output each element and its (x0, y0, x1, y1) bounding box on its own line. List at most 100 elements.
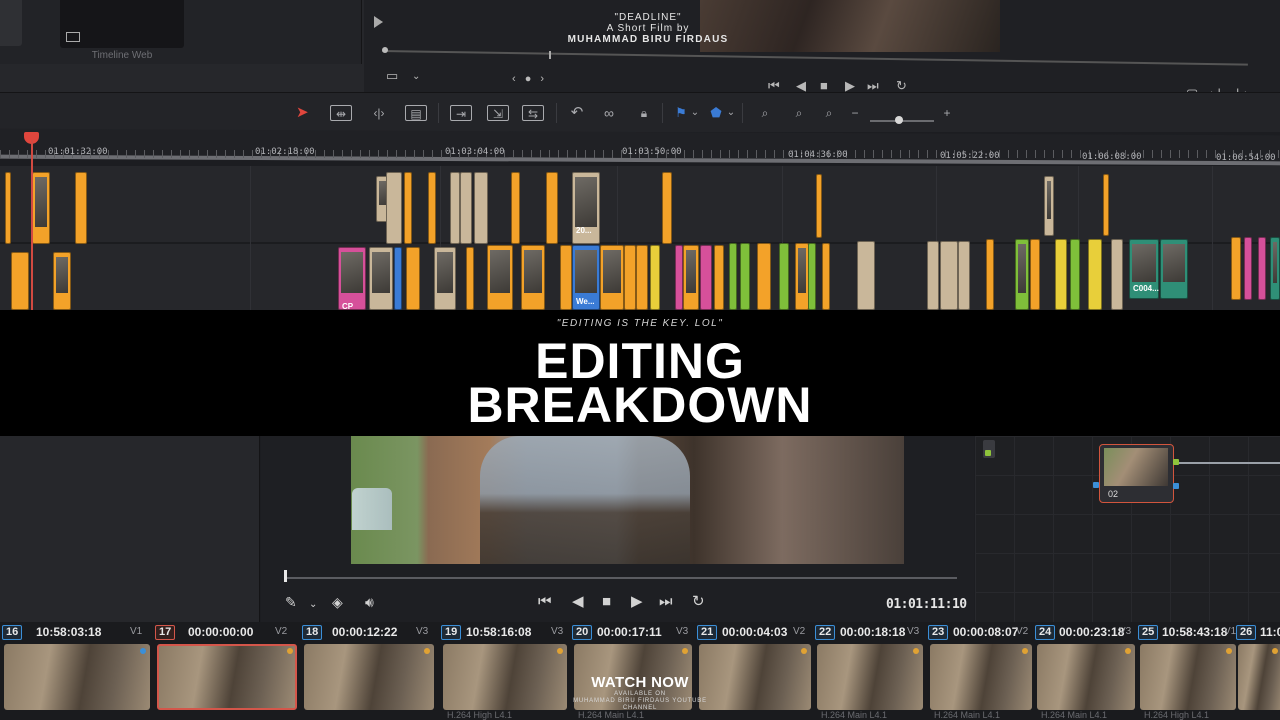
timeline-clip[interactable] (714, 245, 724, 310)
flag-icon[interactable]: ⚑ (674, 105, 688, 121)
timeline-clip[interactable] (369, 247, 393, 310)
play-icon[interactable] (374, 16, 383, 28)
step-back-icon[interactable]: ◀ (572, 594, 584, 610)
blade-tool-icon[interactable]: ▤ (405, 105, 427, 121)
timeline-clip[interactable] (32, 172, 50, 244)
play-icon[interactable]: ▶ (631, 594, 643, 610)
zoom-detail-icon[interactable]: ⌕ (788, 105, 810, 121)
play-icon[interactable]: ▶ (845, 79, 855, 93)
timeline-clip[interactable] (779, 243, 789, 310)
clip-card[interactable]: 22 00:00:18:18 V3 H.264 Main L4.1 (815, 622, 925, 720)
timeline-clip[interactable] (460, 172, 472, 244)
timeline-clip[interactable] (386, 172, 402, 244)
color-node[interactable]: 02 (1099, 444, 1174, 503)
timeline-clip[interactable] (1103, 174, 1109, 236)
skip-forward-icon[interactable]: ⏭ (867, 79, 879, 93)
dynamic-trim-icon[interactable]: ‹|› (368, 105, 390, 121)
timeline-clip[interactable] (808, 243, 816, 310)
chevron-down-icon[interactable]: ⌄ (690, 105, 700, 121)
speaker-icon[interactable]: 🔊︎ (365, 594, 374, 610)
page-dots-icon[interactable]: ‹ ● › (512, 73, 547, 85)
node-output-dot[interactable] (985, 450, 991, 456)
timeline-clip[interactable] (729, 243, 737, 310)
media-thumbnail-partial[interactable] (0, 0, 22, 46)
timeline-clip[interactable] (450, 172, 460, 244)
timeline-clip[interactable] (521, 245, 545, 310)
timeline-clip[interactable] (404, 172, 412, 244)
timeline-clip[interactable] (1044, 176, 1054, 236)
timeline-clip[interactable] (1070, 239, 1080, 310)
timeline-clip[interactable] (338, 247, 366, 310)
clip-card[interactable]: 23 00:00:08:07 V2 H.264 Main L4.1 (928, 622, 1034, 720)
clip-card[interactable]: 2611:04 (1236, 622, 1280, 720)
trim-tool-icon[interactable]: ⇹ (330, 105, 352, 121)
timeline-clip[interactable] (650, 245, 660, 310)
watch-now-callout[interactable]: WATCH NOW AVAILABLE ON MUHAMMAD BIRU FIR… (560, 674, 720, 712)
stop-icon[interactable]: ■ (820, 79, 828, 93)
timeline-clip[interactable] (675, 245, 683, 310)
viewer-scrubber-handle[interactable] (284, 570, 287, 582)
timeline-clip[interactable] (1244, 237, 1252, 300)
zoom-slider-knob[interactable] (895, 116, 903, 124)
timeline-clip[interactable] (487, 245, 513, 310)
stop-icon[interactable]: ■ (602, 594, 611, 610)
clip-card[interactable]: 19 10:58:16:08 V3 H.264 High L4.1 (441, 622, 569, 720)
source-scrubber-start[interactable] (382, 47, 388, 53)
timeline-clip[interactable] (53, 252, 71, 310)
timeline-clip[interactable] (1111, 239, 1123, 310)
clip-card[interactable]: 24 00:00:23:18 V3 H.264 Main L4.1 (1035, 622, 1139, 720)
timeline-clip[interactable] (1015, 239, 1029, 310)
timeline-clip[interactable] (434, 247, 456, 310)
timeline-clip[interactable] (662, 172, 672, 244)
timeline-clip[interactable] (466, 247, 474, 310)
timeline-clip[interactable] (757, 243, 771, 310)
timeline-clip[interactable] (1160, 239, 1188, 299)
timeline-clip[interactable] (940, 241, 958, 310)
skip-back-icon[interactable]: ⏮ (768, 79, 780, 93)
clip-card[interactable]: 16 10:58:03:18 V1 (2, 622, 154, 720)
timeline-clip[interactable] (636, 245, 648, 310)
selection-tool-icon[interactable]: ➤ (296, 105, 309, 121)
crop-icon[interactable]: ▭ (386, 69, 398, 83)
timeline-clip[interactable] (740, 243, 750, 310)
timeline-clip[interactable] (986, 239, 994, 310)
marker-icon[interactable]: ⬟ (709, 105, 723, 121)
lock-icon[interactable]: 🔒︎ (636, 105, 652, 121)
eyedropper-icon[interactable]: ✎ (285, 594, 297, 610)
timeline-clip[interactable] (5, 172, 11, 244)
zoom-full-icon[interactable]: ⌕ (754, 105, 776, 121)
chevron-down-icon[interactable]: ⌄ (309, 597, 317, 613)
timeline-clip[interactable] (75, 172, 87, 244)
clip-card[interactable]: 18 00:00:12:22 V3 (302, 622, 438, 720)
loop-icon[interactable]: ↻ (692, 594, 705, 610)
timeline-clip[interactable] (1270, 237, 1280, 300)
timeline-clip[interactable] (958, 241, 970, 310)
insert-clip-icon[interactable]: ⇥ (450, 105, 472, 121)
timeline-clip[interactable] (1055, 239, 1067, 310)
timeline-clip[interactable] (683, 245, 699, 310)
timeline-clip[interactable] (511, 172, 520, 244)
source-scrubber-marker[interactable] (549, 51, 551, 59)
skip-back-icon[interactable]: ⏮ (538, 594, 552, 610)
overwrite-clip-icon[interactable]: ⇲ (487, 105, 509, 121)
timeline-clip[interactable] (406, 247, 420, 310)
playhead-line[interactable] (31, 140, 33, 310)
chevron-down-icon[interactable]: ⌄ (412, 70, 420, 84)
timeline-clip[interactable] (11, 252, 29, 310)
timeline-clip[interactable] (822, 243, 830, 310)
timeline-clip[interactable] (394, 247, 402, 310)
step-back-icon[interactable]: ◀ (796, 79, 806, 93)
clip-card[interactable]: 25 10:58:43:18 V1 H.264 High L4.1 (1138, 622, 1242, 720)
loop-icon[interactable]: ↻ (896, 79, 907, 93)
zoom-custom-icon[interactable]: ⌕ (818, 105, 840, 121)
layers-icon[interactable]: ◈ (332, 594, 343, 610)
timeline-thumbnail[interactable] (60, 0, 184, 48)
viewer-scrubber-track[interactable] (285, 577, 957, 579)
clip-card[interactable]: 17 00:00:00:00 V2 (155, 622, 301, 720)
timeline-clip[interactable] (546, 172, 558, 244)
link-icon[interactable]: ∞ (600, 105, 618, 121)
timeline-clip[interactable] (428, 172, 436, 244)
node-output-dot[interactable] (1173, 459, 1179, 465)
skip-forward-icon[interactable]: ⏭ (659, 594, 673, 610)
timeline-clip[interactable] (1030, 239, 1040, 310)
